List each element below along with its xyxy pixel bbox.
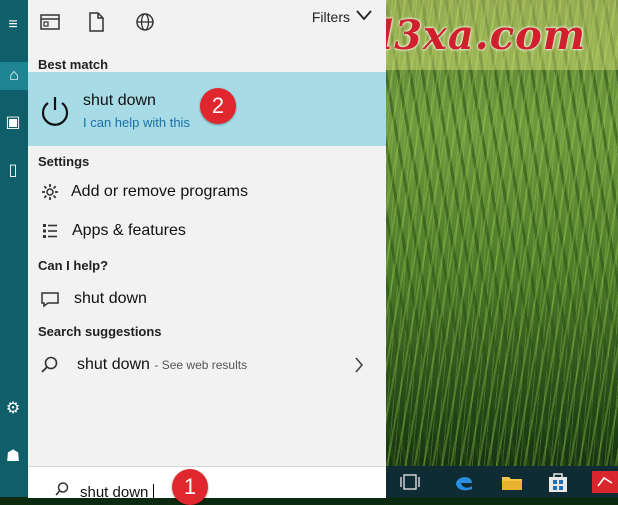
task-view-icon[interactable] [398, 471, 422, 493]
settings-item-add-remove-programs[interactable]: Add or remove programs [28, 174, 386, 210]
chevron-down-icon[interactable] [356, 8, 372, 22]
best-match-subtitle: I can help with this [83, 115, 190, 130]
best-match-heading: Best match [38, 57, 109, 72]
app-red-icon[interactable] [592, 471, 618, 493]
search-icon [41, 356, 58, 373]
notebook-icon[interactable]: ▣ [2, 112, 24, 134]
start-rail: ≡ ⌂ ▣ ▯ ⚙ ☗ [0, 0, 28, 497]
help-item-shut-down[interactable]: shut down [28, 281, 386, 317]
best-match-title: shut down [83, 92, 156, 109]
feedback-icon[interactable]: ☗ [2, 446, 24, 468]
settings-gear-icon[interactable]: ⚙ [2, 398, 24, 420]
suggestion-item-label: shut down - See web results [77, 356, 247, 374]
watermark-logo: l3xa.com [378, 12, 587, 59]
settings-heading: Settings [38, 154, 90, 169]
can-i-help-heading: Can I help? [38, 258, 109, 273]
hamburger-menu-icon[interactable]: ≡ [2, 14, 24, 36]
edge-browser-icon[interactable] [452, 471, 476, 493]
settings-item-apps-features[interactable]: Apps & features [28, 213, 386, 249]
gear-icon [42, 184, 58, 200]
file-explorer-icon[interactable] [500, 471, 524, 493]
chevron-right-icon[interactable] [354, 356, 364, 374]
taskbar [386, 466, 618, 497]
chat-icon [41, 292, 59, 308]
help-item-label: shut down [74, 290, 147, 307]
search-results-panel: Filters Best match shut down I can help … [28, 0, 386, 501]
list-icon [43, 224, 57, 238]
apps-filter-icon[interactable] [38, 10, 62, 34]
home-icon[interactable]: ⌂ [0, 62, 28, 90]
suggestion-item-shut-down[interactable]: shut down - See web results [28, 347, 386, 383]
filters-button[interactable]: Filters [312, 9, 350, 25]
suggestion-suffix: - See web results [154, 358, 248, 372]
desktop-wallpaper [386, 0, 618, 497]
step-badge-1: 1 [172, 469, 208, 505]
search-suggestions-heading: Search suggestions [38, 324, 162, 339]
store-icon[interactable] [546, 471, 570, 493]
search-input[interactable]: shut down [80, 484, 148, 501]
web-filter-icon[interactable] [133, 10, 157, 34]
settings-item-label: Apps & features [72, 222, 186, 239]
settings-item-label: Add or remove programs [71, 183, 248, 200]
device-icon[interactable]: ▯ [2, 160, 24, 182]
documents-filter-icon[interactable] [84, 10, 108, 34]
filter-toolbar: Filters [28, 0, 386, 44]
step-badge-2: 2 [200, 88, 236, 124]
search-box-icon [55, 482, 69, 496]
suggestion-query: shut down [77, 356, 150, 373]
power-icon [41, 97, 69, 126]
text-caret [153, 484, 154, 500]
